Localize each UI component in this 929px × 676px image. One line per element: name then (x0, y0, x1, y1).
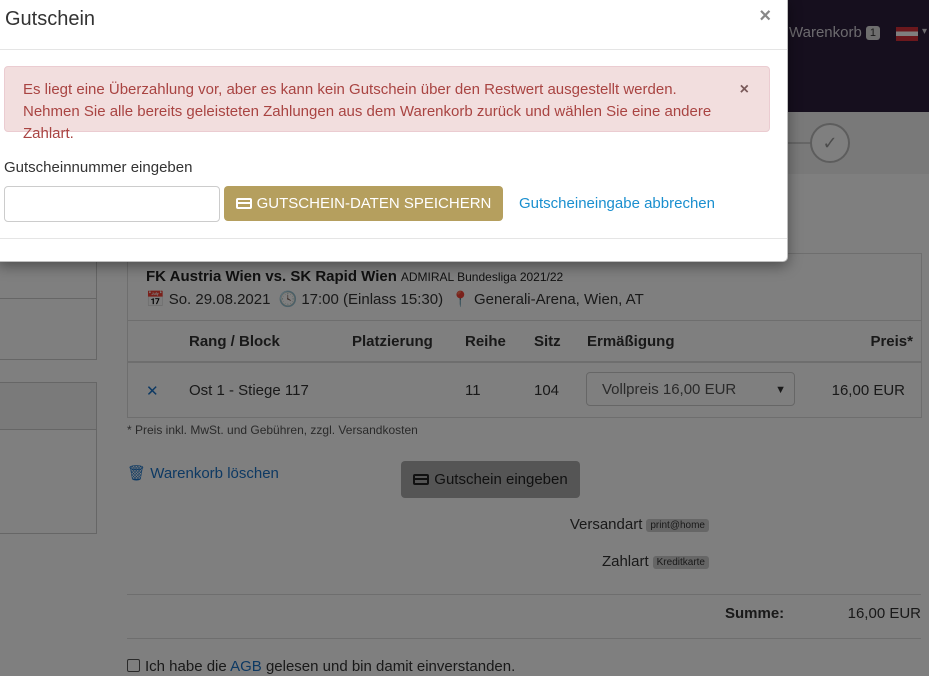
alert-close-icon[interactable]: × (740, 79, 749, 101)
divider (0, 49, 787, 50)
cancel-voucher-link[interactable]: Gutscheineingabe abbrechen (519, 195, 715, 212)
credit-card-icon (235, 198, 252, 209)
save-voucher-button[interactable]: GUTSCHEIN-DATEN SPEICHERN (224, 186, 503, 221)
alert-message: Es liegt eine Überzahlung vor, aber es k… (23, 81, 712, 142)
save-voucher-label: GUTSCHEIN-DATEN SPEICHERN (256, 195, 492, 212)
divider (0, 238, 787, 239)
voucher-number-input[interactable] (4, 186, 220, 222)
close-icon[interactable]: × (759, 5, 771, 28)
voucher-modal: Gutschein × Es liegt eine Überzahlung vo… (0, 0, 788, 262)
voucher-number-label: Gutscheinnummer eingeben (4, 159, 193, 176)
modal-title: Gutschein (5, 8, 96, 30)
error-alert: Es liegt eine Überzahlung vor, aber es k… (4, 66, 770, 142)
